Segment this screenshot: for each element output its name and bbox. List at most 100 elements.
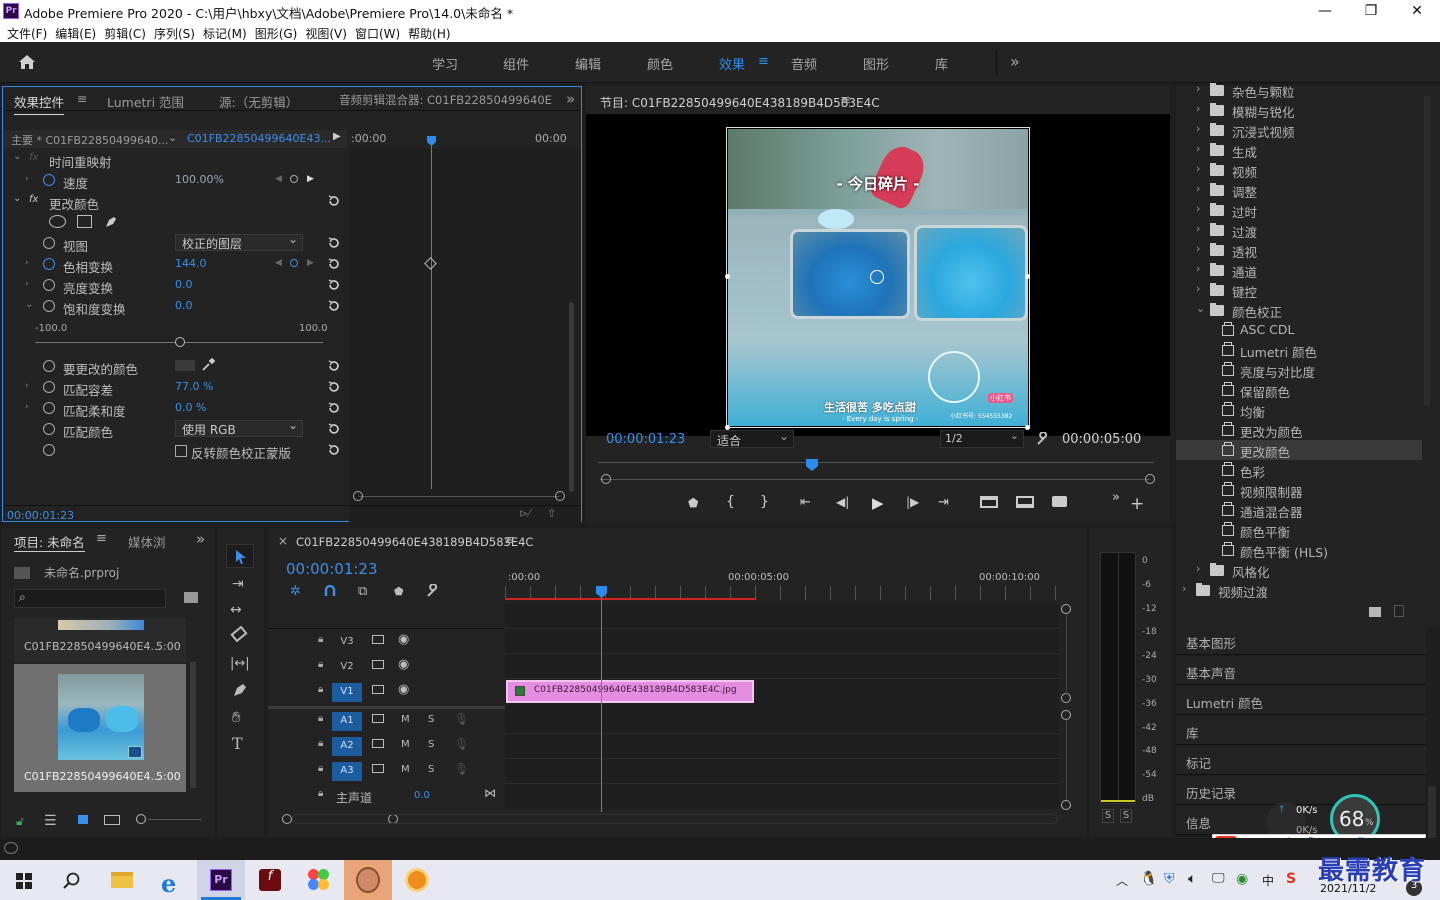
ppt-app-icon[interactable]	[393, 860, 441, 900]
match-colors-dropdown[interactable]: 使用 RGB	[175, 418, 303, 437]
new-bin-icon[interactable]	[1369, 607, 1381, 617]
project-menu-icon[interactable]: ≡	[96, 531, 107, 546]
reset-icon[interactable]	[327, 194, 341, 208]
workspace-color[interactable]: 颜色	[647, 54, 673, 73]
effect-item[interactable]: 均衡	[1176, 400, 1422, 420]
timeline-settings-icon[interactable]	[426, 584, 440, 598]
color-swatch[interactable]	[175, 360, 195, 371]
solo-button[interactable]: S	[428, 764, 434, 775]
tab-lumetri-scopes[interactable]: Lumetri 范围	[107, 92, 184, 111]
clip-name-label[interactable]: C01FB22850499640E43...	[187, 132, 331, 145]
hue-transform-value[interactable]: 144.0	[175, 257, 207, 270]
program-zoom-handle-left[interactable]	[601, 474, 611, 484]
mark-out-icon[interactable]: }	[760, 494, 769, 510]
zoom-slider-track[interactable]	[148, 819, 202, 820]
panel-essential-graphics[interactable]: 基本图形	[1176, 626, 1426, 655]
tab-effect-controls[interactable]: 效果控件	[14, 92, 65, 115]
nest-toggle-icon[interactable]: ✲	[290, 584, 301, 599]
menu-view[interactable]: 视图(V)	[304, 22, 354, 42]
effect-item[interactable]: ASC CDL	[1176, 320, 1422, 340]
ec-playhead[interactable]	[431, 137, 432, 489]
stopwatch-icon[interactable]	[43, 423, 55, 435]
menu-help[interactable]: 帮助(H)	[407, 22, 457, 42]
lock-track-icon[interactable]: 🔒︎	[318, 788, 323, 799]
expand-icon[interactable]: ›	[25, 279, 29, 289]
stopwatch-icon[interactable]	[43, 381, 55, 393]
view-dropdown[interactable]: 校正的图层	[175, 232, 303, 251]
new-search-bin-icon[interactable]	[184, 592, 198, 603]
reset-icon[interactable]	[327, 422, 341, 436]
chevron-right-icon[interactable]: ›	[1182, 582, 1186, 595]
freeform-view-icon[interactable]	[104, 815, 120, 825]
effect-folder[interactable]: › 视频	[1176, 160, 1422, 180]
stopwatch-icon[interactable]	[43, 174, 55, 186]
track-target-a3[interactable]: A3	[332, 762, 362, 781]
effect-folder[interactable]: › 透视	[1176, 240, 1422, 260]
saturation-slider-thumb[interactable]	[175, 337, 185, 347]
h-scrollbar[interactable]	[292, 814, 1058, 824]
add-keyframe-icon[interactable]	[290, 175, 298, 183]
prev-keyframe-icon[interactable]: ◀	[275, 258, 282, 268]
stopwatch-icon[interactable]	[43, 237, 55, 249]
panel-more-icon[interactable]: »	[566, 90, 575, 108]
reset-icon[interactable]	[327, 443, 341, 457]
volume-tray-icon[interactable]: 🔈︎	[1188, 871, 1196, 887]
premiere-taskbar-icon[interactable]: Pr	[197, 860, 245, 900]
match-tolerance-value[interactable]: 77.0 %	[175, 380, 213, 393]
lock-track-icon[interactable]: 🔒︎	[318, 684, 323, 695]
minimize-button[interactable]: —	[1302, 0, 1348, 22]
chevron-right-icon[interactable]: ›	[1196, 102, 1200, 115]
chevron-right-icon[interactable]: ›	[1196, 142, 1200, 155]
track-target-v2[interactable]: V2	[332, 658, 362, 677]
effect-item[interactable]: 保留颜色	[1176, 380, 1422, 400]
effect-folder[interactable]: › 生成	[1176, 140, 1422, 160]
sync-lock-icon[interactable]	[372, 739, 384, 748]
shield-tray-icon[interactable]: ⛨	[1164, 871, 1175, 887]
match-softness-value[interactable]: 0.0 %	[175, 401, 206, 414]
transform-handle[interactable]	[725, 274, 730, 279]
menu-marker[interactable]: 标记(M)	[202, 22, 254, 42]
step-forward-icon[interactable]: |▶	[906, 495, 919, 509]
lock-icon[interactable]: 🔓︎	[16, 814, 24, 829]
eyedropper-icon[interactable]	[201, 358, 215, 372]
sequence-menu-icon[interactable]: ≡	[504, 533, 515, 548]
go-to-end-icon[interactable]: ⋈	[484, 786, 496, 800]
ec-time-ruler[interactable]: :00:00 00:00	[349, 130, 581, 148]
prev-keyframe-icon[interactable]: ◀	[275, 174, 282, 184]
panel-essential-sound[interactable]: 基本声音	[1176, 656, 1426, 685]
lock-track-icon[interactable]: 🔒︎	[318, 738, 323, 749]
expand-icon[interactable]: ›	[25, 258, 29, 268]
add-marker-icon[interactable]: ⬟	[394, 585, 404, 598]
chevron-right-icon[interactable]: ›	[1196, 122, 1200, 135]
close-sequence-icon[interactable]: ×	[278, 534, 288, 548]
expand-icon[interactable]: ›	[25, 174, 29, 184]
timeline-clip[interactable]: C01FB22850499640E438189B4D583E4C.jpg	[506, 680, 754, 703]
effect-folder[interactable]: › 风格化	[1176, 560, 1422, 580]
tray-expand-icon[interactable]: ︿	[1116, 872, 1128, 889]
reset-icon[interactable]	[327, 299, 341, 313]
menu-file[interactable]: 文件(F)	[6, 22, 54, 42]
ec-timecode[interactable]: 00:00:01:23	[7, 509, 74, 522]
effect-item[interactable]: Lumetri 颜色	[1176, 340, 1422, 360]
linked-selection-icon[interactable]: ⧉	[358, 584, 367, 599]
tab-audio-clip-mixer[interactable]: 音频剪辑混合器: C01FB22850499640E	[339, 92, 552, 108]
project-scrollbar[interactable]	[190, 662, 196, 788]
sync-lock-icon[interactable]	[372, 635, 384, 644]
effect-folder[interactable]: ⌄ 颜色校正	[1176, 300, 1422, 320]
add-marker-icon[interactable]: ⬟	[688, 496, 698, 510]
lock-track-icon[interactable]: 🔒︎	[318, 634, 323, 645]
track-select-tool-icon[interactable]: ⇥	[232, 576, 244, 592]
chevron-down-icon[interactable]: ⌄	[1196, 302, 1205, 315]
tab-project[interactable]: 项目: 未命名	[14, 532, 85, 552]
solo-right-button[interactable]: S	[1120, 809, 1132, 823]
stopwatch-icon[interactable]	[43, 360, 55, 372]
hand-tool-icon[interactable]: ✋︎	[232, 708, 241, 726]
saturation-transform-value[interactable]: 0.0	[175, 299, 193, 312]
timeline-timecode[interactable]: 00:00:01:23	[286, 560, 378, 578]
effect-folder[interactable]: › 过时	[1176, 200, 1422, 220]
pen-tool-icon[interactable]	[232, 682, 248, 698]
sync-lock-icon[interactable]	[372, 660, 384, 669]
search-taskbar-button[interactable]	[48, 860, 96, 900]
chevron-right-icon[interactable]: ›	[1196, 242, 1200, 255]
sogou-tray-icon[interactable]: S	[1286, 871, 1296, 887]
